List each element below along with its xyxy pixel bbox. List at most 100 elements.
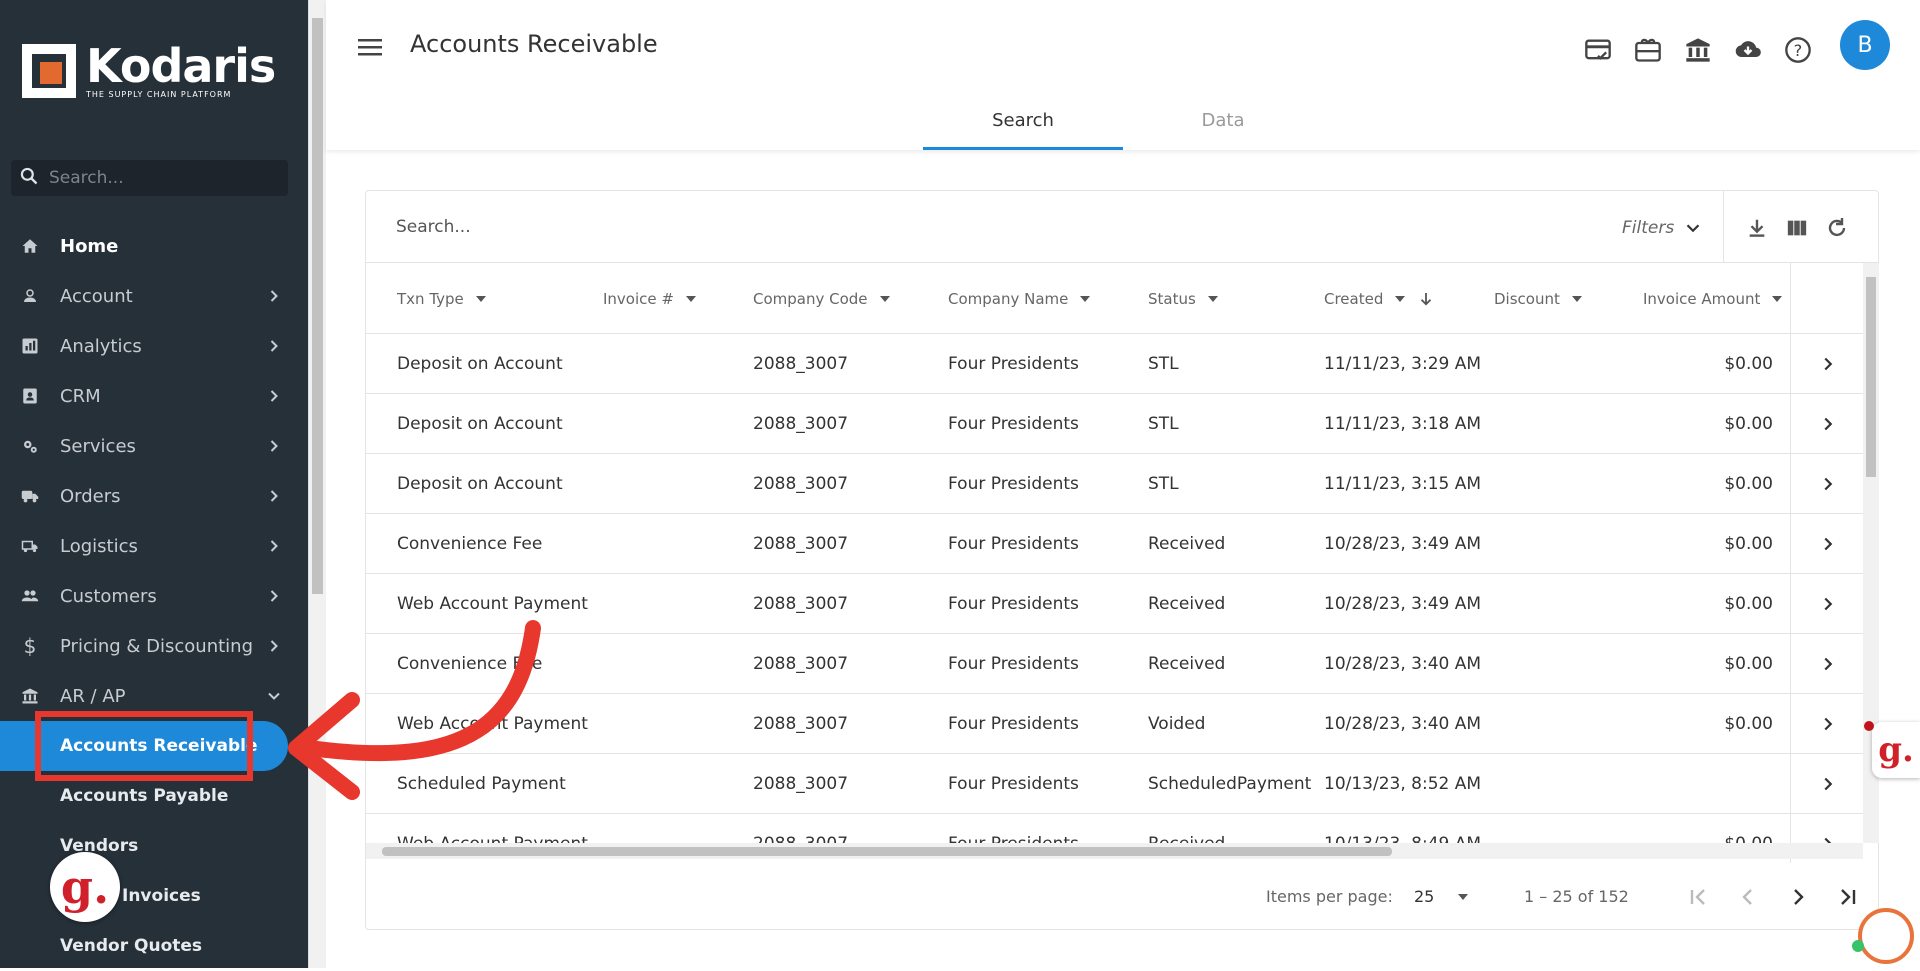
kodaris-logo[interactable]: Kodaris THE SUPPLY CHAIN PLATFORM <box>22 39 276 99</box>
scrollbar-thumb[interactable] <box>382 847 1392 856</box>
sort-dropdown-icon[interactable] <box>1078 294 1092 304</box>
row-open-chevron-icon[interactable] <box>1790 694 1863 754</box>
sidebar-subitem-vendor-quotes[interactable]: Vendor Quotes <box>0 921 308 971</box>
first-page-icon[interactable] <box>1682 881 1714 913</box>
sidebar-item-crm[interactable]: CRM <box>0 371 308 421</box>
data-grid: Txn Type Invoice # Company Code Company … <box>366 263 1863 863</box>
sidebar-item-pricing[interactable]: $ Pricing & Discounting <box>0 621 308 671</box>
sidebar-item-ar-ap[interactable]: AR / AP <box>0 671 308 721</box>
cell-company-code: 2088_3007 <box>753 774 849 794</box>
next-page-icon[interactable] <box>1782 881 1814 913</box>
refresh-icon[interactable] <box>1824 215 1850 241</box>
sort-dropdown-icon[interactable] <box>1570 294 1584 304</box>
gift-card-icon[interactable] <box>1632 34 1664 66</box>
row-open-chevron-icon[interactable] <box>1790 754 1863 814</box>
cell-company-name: Four Presidents <box>948 594 1079 614</box>
hamburger-menu-icon[interactable] <box>358 36 384 62</box>
cell-company-code: 2088_3007 <box>753 594 849 614</box>
sort-dropdown-icon[interactable] <box>474 294 488 304</box>
items-per-page-select[interactable]: 25 <box>1414 887 1470 906</box>
column-header-label: Discount <box>1494 289 1560 308</box>
cell-status: STL <box>1148 414 1179 434</box>
row-open-chevron-icon[interactable] <box>1790 514 1863 574</box>
column-header-label: Company Name <box>948 289 1069 308</box>
table-row[interactable]: Web Account Payment 2088_3007 Four Preside… <box>366 574 1863 634</box>
services-icon <box>20 436 40 456</box>
sort-dropdown-icon[interactable] <box>1770 294 1784 304</box>
row-open-chevron-icon[interactable] <box>1790 394 1863 454</box>
row-open-chevron-icon[interactable] <box>1790 454 1863 514</box>
sidebar-item-services[interactable]: Services <box>0 421 308 471</box>
grid-horizontal-scrollbar[interactable] <box>366 843 1863 859</box>
cloud-download-icon[interactable] <box>1732 34 1764 66</box>
download-icon[interactable] <box>1744 215 1770 241</box>
table-row[interactable]: Deposit on Account 2088_3007 Four Presiden… <box>366 454 1863 514</box>
table-row[interactable]: Convenience Fee 2088_3007 Four Presidents R… <box>366 634 1863 694</box>
columns-icon[interactable] <box>1784 215 1810 241</box>
previous-page-icon[interactable] <box>1732 881 1764 913</box>
cell-status: Received <box>1148 534 1226 554</box>
sort-dropdown-icon[interactable] <box>684 294 698 304</box>
sidebar-subitem-label: Accounts Receivable <box>60 736 258 756</box>
sidebar-subitem-invoices[interactable]: Invoices <box>0 871 308 921</box>
sidebar-item-home[interactable]: Home <box>0 221 308 271</box>
row-open-chevron-icon[interactable] <box>1790 574 1863 634</box>
column-header-txn-type[interactable]: Txn Type <box>397 263 488 334</box>
tab-search[interactable]: Search <box>923 100 1123 150</box>
grid-search-input[interactable] <box>396 217 1196 237</box>
chevron-right-icon <box>270 640 278 652</box>
avatar[interactable]: B <box>1840 20 1890 70</box>
column-header-invoice-amount[interactable]: Invoice Amount <box>1643 263 1784 334</box>
sidebar-item-logistics[interactable]: Logistics <box>0 521 308 571</box>
cell-created: 10/28/23, 3:40 AM <box>1324 654 1482 674</box>
sidebar-search-input[interactable] <box>49 168 269 188</box>
payment-icon[interactable] <box>1582 34 1614 66</box>
sort-dropdown-icon[interactable] <box>878 294 892 304</box>
sidebar-subitem-vendors[interactable]: Vendors <box>0 821 308 871</box>
sidebar-subitem-accounts-payable[interactable]: Accounts Payable <box>0 771 308 821</box>
chat-widget-icon[interactable] <box>1858 908 1914 964</box>
column-header-discount[interactable]: Discount <box>1494 263 1584 334</box>
table-row[interactable]: Web Account Payment 2088_3007 Four Preside… <box>366 694 1863 754</box>
column-header-company-name[interactable]: Company Name <box>948 263 1092 334</box>
column-header-invoice[interactable]: Invoice # <box>603 263 698 334</box>
table-row[interactable]: Convenience Fee 2088_3007 Four Presidents R… <box>366 514 1863 574</box>
tab-data[interactable]: Data <box>1123 100 1323 150</box>
column-header-label: Txn Type <box>397 289 464 308</box>
last-page-icon[interactable] <box>1832 881 1864 913</box>
filters-button[interactable]: Filters <box>1622 217 1704 239</box>
cell-company-code: 2088_3007 <box>753 414 849 434</box>
column-header-created[interactable]: Created <box>1324 263 1435 334</box>
logo-name: Kodaris <box>86 39 276 93</box>
cell-status: STL <box>1148 354 1179 374</box>
cell-amount: $0.00 <box>1724 354 1773 374</box>
scrollbar-thumb[interactable] <box>1866 277 1876 477</box>
cell-company-name: Four Presidents <box>948 534 1079 554</box>
sort-dropdown-icon[interactable] <box>1393 294 1407 304</box>
cell-company-name: Four Presidents <box>948 474 1079 494</box>
online-status-dot <box>1852 940 1864 952</box>
cell-status: STL <box>1148 474 1179 494</box>
bank-icon[interactable] <box>1682 34 1714 66</box>
help-icon[interactable]: ? <box>1782 34 1814 66</box>
column-header-status[interactable]: Status <box>1148 263 1220 334</box>
column-header-company-code[interactable]: Company Code <box>753 263 892 334</box>
sidebar-item-analytics[interactable]: Analytics <box>0 321 308 371</box>
row-open-chevron-icon[interactable] <box>1790 334 1863 394</box>
sidebar-subitem-label: Vendor Quotes <box>60 936 203 956</box>
scrollbar-thumb[interactable] <box>312 18 323 594</box>
sort-descending-icon[interactable] <box>1417 290 1435 308</box>
table-row[interactable]: Scheduled Payment 2088_3007 Four President… <box>366 754 1863 814</box>
sort-dropdown-icon[interactable] <box>1206 294 1220 304</box>
cell-created: 11/11/23, 3:15 AM <box>1324 474 1482 494</box>
guide-badge-icon[interactable]: g. <box>50 852 120 922</box>
sidebar-item-orders[interactable]: Orders <box>0 471 308 521</box>
guide-side-tab-icon[interactable]: g. <box>1872 722 1920 778</box>
sidebar-item-customers[interactable]: Customers <box>0 571 308 621</box>
row-open-chevron-icon[interactable] <box>1790 634 1863 694</box>
table-row[interactable]: Deposit on Account 2088_3007 Four Presiden… <box>366 394 1863 454</box>
sidebar-scrollbar[interactable] <box>308 0 326 968</box>
sidebar-subitem-accounts-receivable[interactable]: Accounts Receivable <box>0 721 288 771</box>
sidebar-item-account[interactable]: Account <box>0 271 308 321</box>
table-row[interactable]: Deposit on Account 2088_3007 Four Presiden… <box>366 334 1863 394</box>
